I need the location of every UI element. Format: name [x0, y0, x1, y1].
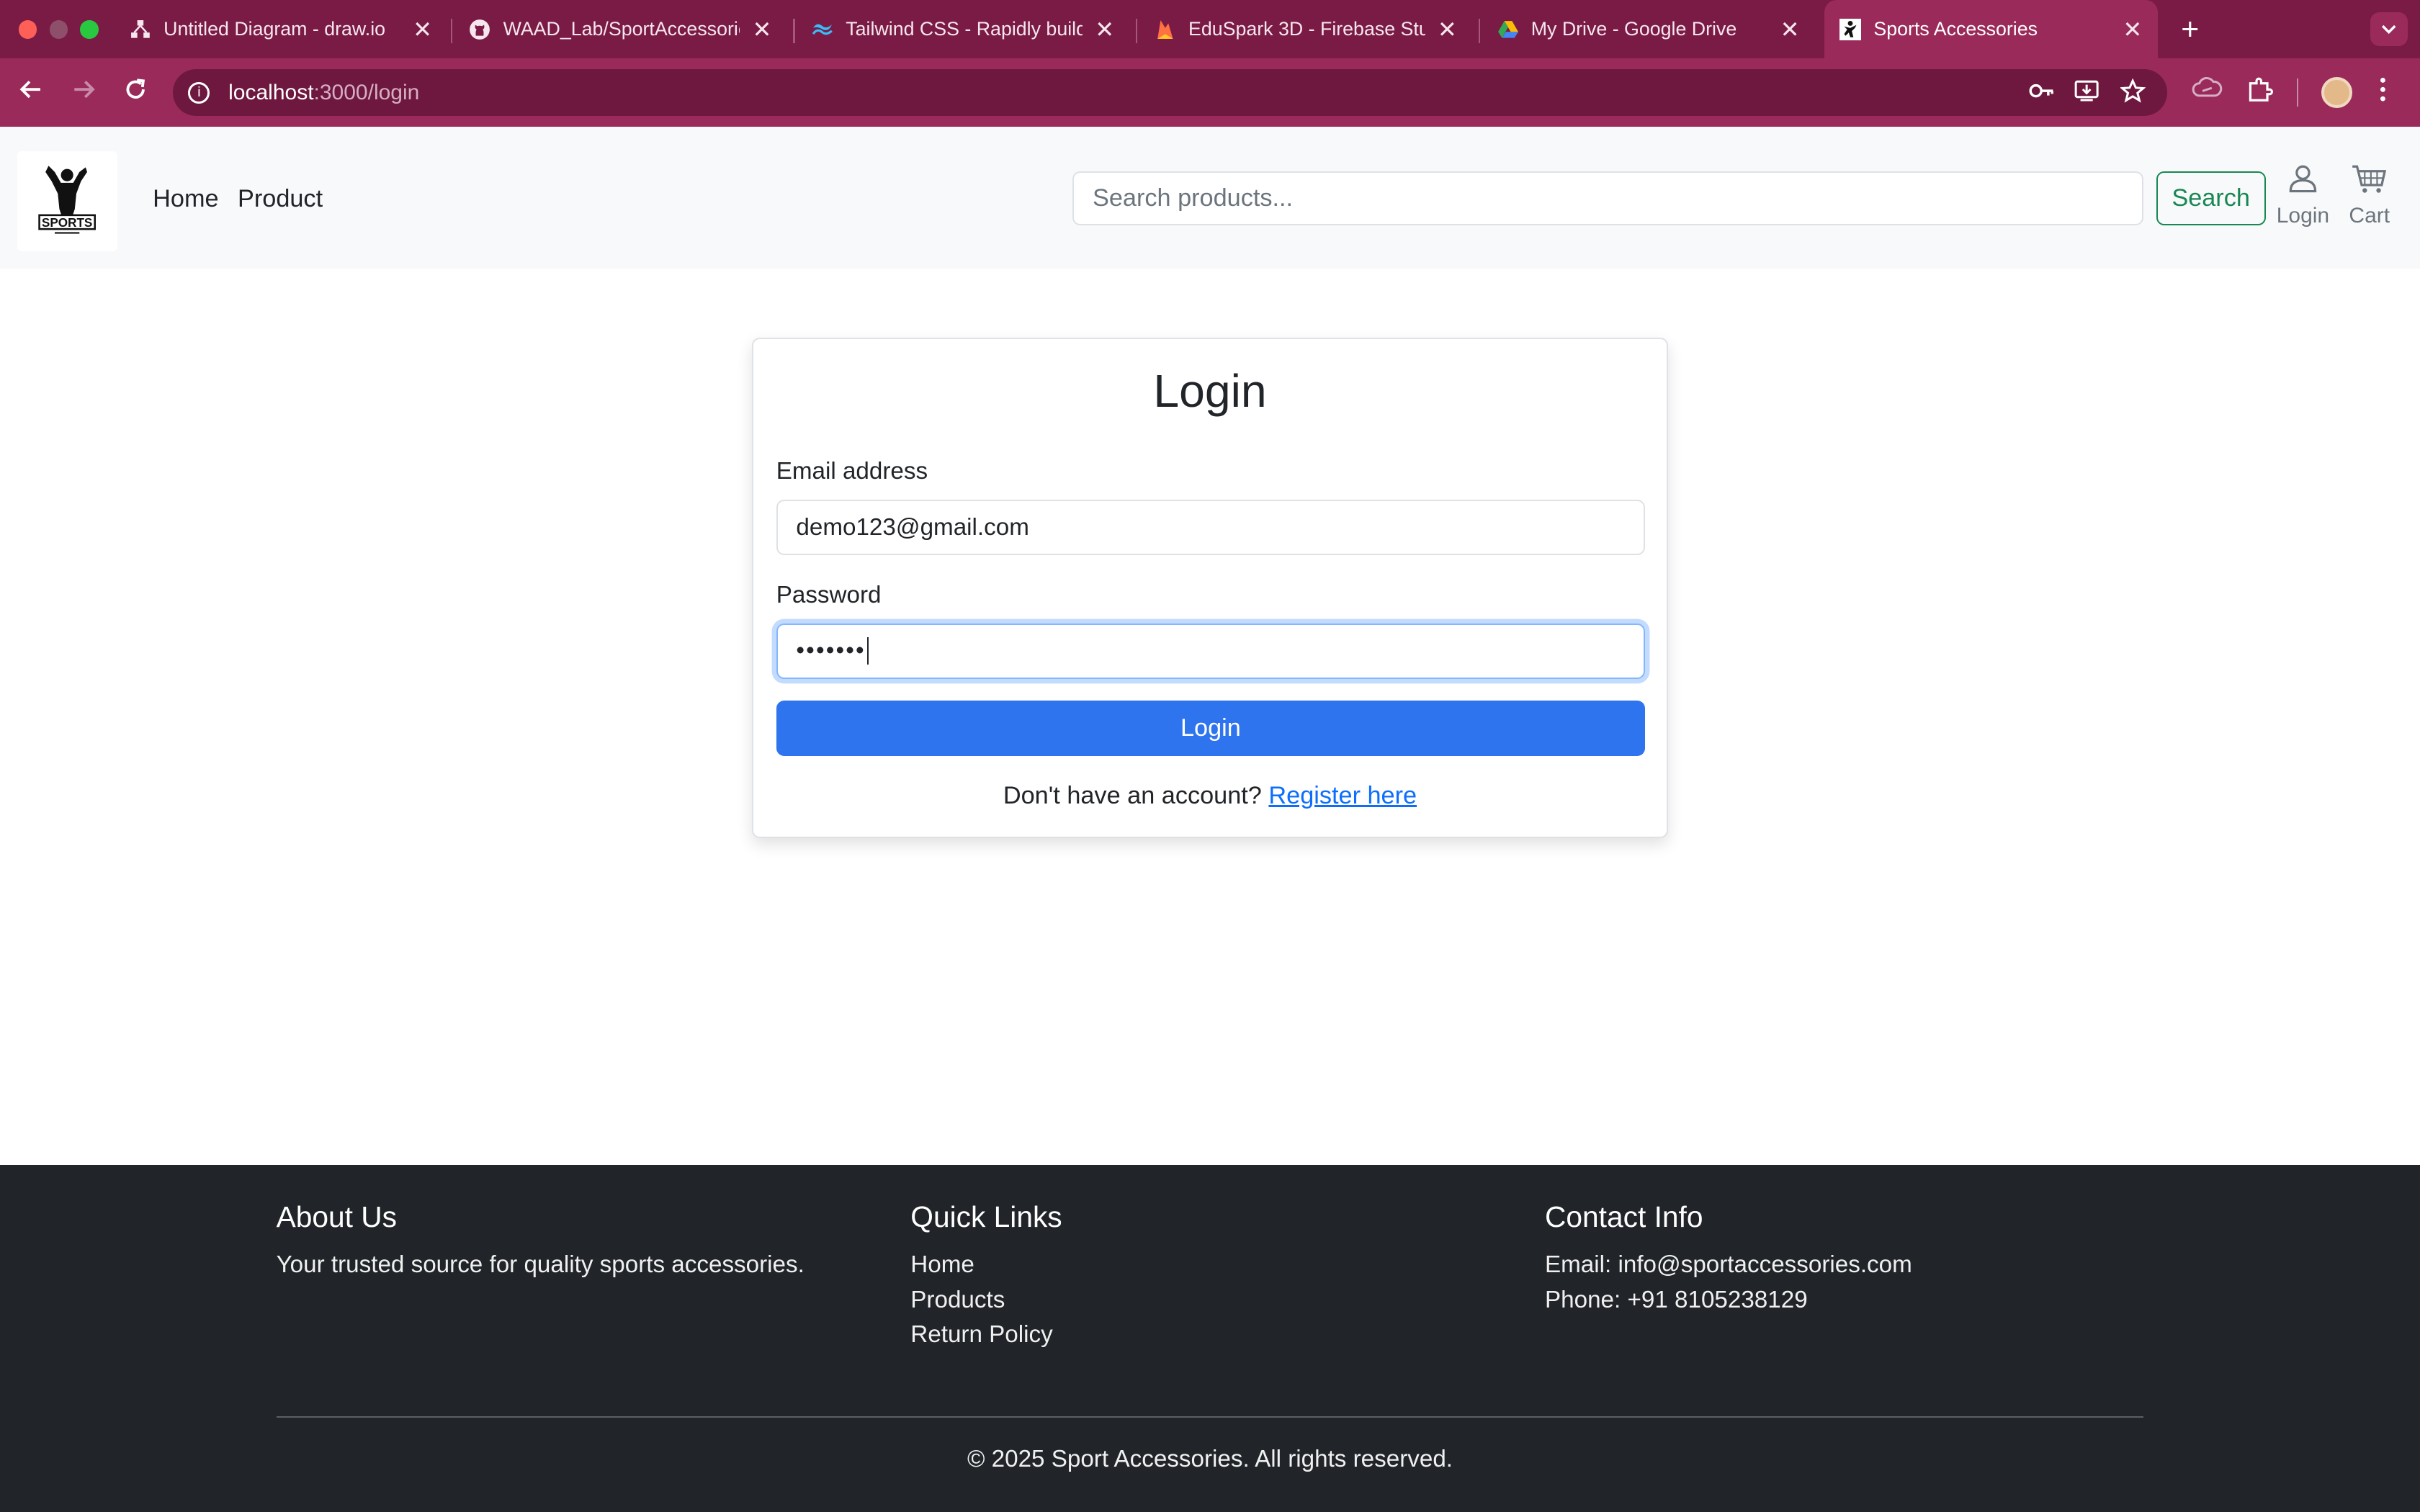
maximize-window-button[interactable]: [80, 19, 99, 39]
address-bar-actions: [2028, 78, 2146, 103]
email-field[interactable]: demo123@gmail.com: [776, 500, 1646, 556]
new-tab-icon[interactable]: +: [2173, 12, 2207, 48]
google-drive-icon: [1497, 19, 1519, 40]
password-value: •••••••: [796, 637, 866, 665]
cart-nav-item[interactable]: Cart: [2349, 163, 2390, 228]
nav-link-product[interactable]: Product: [238, 185, 323, 213]
tab-separator: [793, 18, 795, 43]
tab-label: EduSpark 3D - Firebase Studi: [1188, 18, 1425, 40]
login-card: Login Email address demo123@gmail.com Pa…: [751, 338, 1669, 838]
extensions-puzzle-icon[interactable]: [2246, 76, 2274, 104]
tab-tailwind[interactable]: Tailwind CSS - Rapidly build m ✕: [797, 0, 1130, 58]
profile-avatar[interactable]: [2321, 77, 2352, 108]
password-field[interactable]: •••••••: [776, 623, 1646, 679]
footer-about-text: Your trusted source for quality sports a…: [276, 1251, 805, 1279]
firebase-icon: [1155, 19, 1176, 40]
tab-search-chevron-icon[interactable]: [2370, 12, 2408, 47]
install-app-icon[interactable]: [2074, 78, 2099, 103]
logo-text: SPORTS: [42, 215, 92, 230]
footer-link-return-policy[interactable]: Return Policy: [910, 1318, 1062, 1352]
drawio-icon: [130, 19, 151, 40]
search-input[interactable]: [1072, 171, 2144, 225]
site-favicon: [1839, 18, 1862, 40]
tab-sports-accessories[interactable]: Sports Accessories ✕: [1824, 0, 2158, 59]
close-tab-icon[interactable]: ✕: [753, 16, 772, 43]
tab-label: WAAD_Lab/SportAccessories: [503, 18, 740, 40]
tab-separator: [450, 18, 452, 43]
tab-label: Tailwind CSS - Rapidly build m: [846, 18, 1083, 40]
footer-contact-phone: Phone: +91 8105238129: [1545, 1286, 1808, 1313]
register-prompt-text: Don't have an account?: [1003, 782, 1262, 810]
site-footer: About Us Your trusted source for quality…: [0, 1164, 2420, 1512]
tab-separator: [1478, 18, 1480, 43]
close-tab-icon[interactable]: ✕: [2123, 16, 2142, 43]
close-tab-icon[interactable]: ✕: [1095, 16, 1114, 43]
footer-link-home[interactable]: Home: [910, 1248, 1062, 1282]
tab-drawio[interactable]: Untitled Diagram - draw.io ✕: [115, 0, 448, 58]
footer-copyright: © 2025 Sport Accessories. All rights res…: [967, 1445, 1453, 1472]
password-label: Password: [776, 581, 882, 608]
minimize-window-button[interactable]: [49, 19, 68, 39]
tab-separator: [1136, 18, 1138, 43]
close-tab-icon[interactable]: ✕: [413, 16, 432, 43]
site-info-icon[interactable]: i: [188, 81, 210, 104]
toolbar-divider: [2296, 78, 2298, 107]
register-prompt: Don't have an account? Register here: [753, 782, 1667, 810]
footer-quick-links: Quick Links Home Products Return Policy: [910, 1200, 1062, 1352]
forward-arrow-icon[interactable]: [68, 77, 99, 108]
footer-contact-email: Email: info@sportaccessories.com: [1545, 1251, 1912, 1279]
tab-label: Sports Accessories: [1873, 18, 2038, 40]
close-window-button[interactable]: [18, 19, 37, 39]
site-logo-image: SPORTS: [38, 166, 97, 234]
site-logo[interactable]: SPORTS: [17, 150, 117, 252]
email-value: demo123@gmail.com: [796, 513, 1029, 541]
login-nav-label: Login: [2276, 203, 2330, 228]
nav-link-home[interactable]: Home: [153, 185, 218, 213]
window-controls: [18, 19, 99, 39]
footer-divider: [276, 1416, 2144, 1418]
text-caret: [866, 636, 869, 665]
register-link[interactable]: Register here: [1268, 782, 1417, 809]
github-icon: [469, 19, 490, 40]
site-navbar: SPORTS Home Product Search Login Cart: [0, 126, 2420, 269]
cart-nav-label: Cart: [2349, 203, 2390, 228]
address-bar[interactable]: i localhost:3000/login: [173, 69, 2167, 116]
browser-toolbar: i localhost:3000/login: [0, 58, 2420, 127]
user-icon: [2289, 165, 2317, 193]
tab-label: My Drive - Google Drive: [1531, 18, 1737, 40]
tab-firebase[interactable]: EduSpark 3D - Firebase Studi ✕: [1139, 0, 1472, 58]
login-title: Login: [1153, 364, 1267, 417]
tailwind-icon: [812, 19, 833, 40]
footer-contact-heading: Contact Info: [1545, 1200, 1703, 1234]
browser-window: Untitled Diagram - draw.io ✕ WAAD_Lab/Sp…: [0, 0, 2420, 1512]
cart-icon: [2352, 165, 2387, 193]
email-label: Email address: [776, 458, 928, 485]
close-tab-icon[interactable]: ✕: [1438, 16, 1457, 43]
footer-links-heading: Quick Links: [910, 1200, 1062, 1234]
bookmark-star-icon[interactable]: [2120, 78, 2146, 103]
back-arrow-icon[interactable]: [15, 77, 46, 108]
login-nav-item[interactable]: Login: [2277, 163, 2329, 228]
url-path: :3000/login: [313, 80, 420, 104]
extension-cloud-icon[interactable]: [2192, 76, 2223, 100]
password-key-icon[interactable]: [2028, 78, 2053, 103]
footer-about: About Us Your trusted source for quality…: [277, 1200, 805, 1283]
footer-about-heading: About Us: [276, 1200, 397, 1234]
close-tab-icon[interactable]: ✕: [1780, 16, 1800, 43]
tab-google-drive[interactable]: My Drive - Google Drive ✕: [1482, 0, 1815, 58]
url-host: localhost: [228, 80, 314, 104]
reload-icon[interactable]: [120, 77, 151, 108]
footer-contact: Contact Info Email: info@sportaccessorie…: [1545, 1200, 1912, 1318]
tab-strip: Untitled Diagram - draw.io ✕ WAAD_Lab/Sp…: [0, 0, 2420, 59]
search-button[interactable]: Search: [2156, 171, 2266, 225]
footer-link-products[interactable]: Products: [910, 1283, 1062, 1318]
login-submit-button[interactable]: Login: [776, 700, 1646, 756]
tab-github[interactable]: WAAD_Lab/SportAccessories ✕: [454, 0, 787, 58]
tab-label: Untitled Diagram - draw.io: [163, 18, 386, 40]
browser-menu-icon[interactable]: [2378, 76, 2388, 104]
